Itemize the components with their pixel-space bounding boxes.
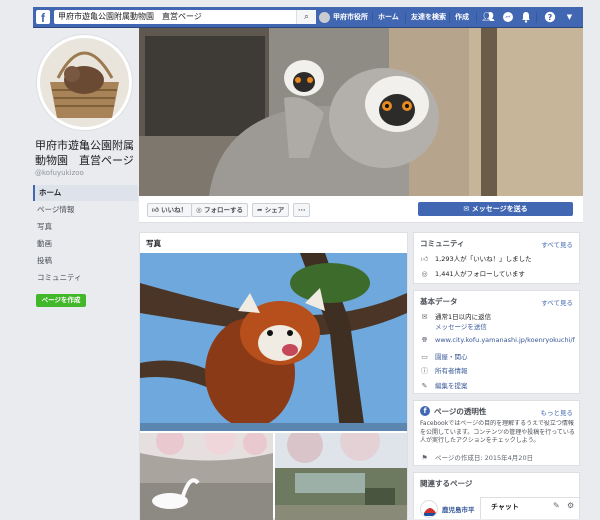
- left-nav-videos[interactable]: 動画: [33, 236, 138, 252]
- response-row: ✉ 通常1日以内に返信: [420, 311, 575, 321]
- share-label: シェア: [264, 206, 285, 214]
- facebook-logo-icon: f: [420, 406, 430, 416]
- send-message-button[interactable]: ✉ メッセージを送る: [418, 202, 573, 216]
- related-title: 関連するページ: [420, 479, 473, 488]
- created-date-row: ⚑ ページの作成日: 2015年4月20日: [420, 452, 575, 462]
- search-icon: ⌕: [303, 12, 310, 22]
- send-message-link[interactable]: メッセージを送信: [435, 321, 590, 331]
- community-title: コミュニティ: [420, 239, 465, 248]
- chat-label: チャット: [491, 503, 519, 511]
- compose-icon[interactable]: ✎: [553, 501, 560, 510]
- follow-label: フォローする: [203, 206, 243, 214]
- community-card: コミュニティ すべて見る 👍︎ 1,293人が「いいね！」しました ◎ 1,441人…: [413, 232, 580, 284]
- left-nav-posts[interactable]: 投稿: [33, 253, 138, 269]
- left-nav-community[interactable]: コミュニティ: [33, 270, 138, 286]
- messenger-icon[interactable]: [501, 11, 514, 24]
- messenger-icon: ✉: [421, 313, 428, 321]
- category-label: 園屋・関心: [435, 353, 468, 361]
- photos-section: 写真: [139, 232, 408, 520]
- send-message-label: メッセージを送る: [471, 205, 528, 213]
- about-title: 基本データ: [420, 297, 458, 306]
- left-nav-about[interactable]: ページ情報: [33, 202, 138, 218]
- more-button[interactable]: ···: [293, 203, 311, 217]
- messenger-icon: ✉: [463, 205, 472, 213]
- divider: [405, 12, 406, 23]
- related-page-name[interactable]: 鹿児島市平: [442, 504, 482, 514]
- transparency-title: ページの透明性: [434, 407, 487, 416]
- settings-icon[interactable]: ⚙︎: [567, 501, 574, 510]
- like-label: いいね！: [161, 206, 188, 214]
- nav-profile[interactable]: 甲府市役所: [319, 7, 368, 28]
- divider: [476, 12, 477, 23]
- owner-info-row[interactable]: ⓘ 所有者情報: [420, 365, 575, 376]
- top-navigation-bar: f 甲府市遊亀公園附属動物園 直営ページ ⌕ 甲府市役所 ホーム 友達を検索 作…: [33, 7, 583, 28]
- related-page-avatar[interactable]: [420, 500, 438, 518]
- info-icon: ⓘ: [421, 367, 428, 375]
- suggest-edit-row[interactable]: ✎ 編集を提案: [420, 380, 575, 390]
- notifications-icon[interactable]: [519, 11, 532, 24]
- tag-icon: ▭: [421, 353, 428, 361]
- thumbs-up-icon: 👍︎: [152, 206, 162, 214]
- thumbs-up-icon: 👍︎: [420, 255, 429, 263]
- nav-create[interactable]: 作成: [455, 7, 469, 28]
- page-action-bar: 👍︎ いいね！ ◎ フォローする ➦ シェア ··· ✉ メッセージを送る: [139, 196, 583, 223]
- page-title: 甲府市遊亀公園附属動物園 直営ページ: [35, 139, 134, 167]
- flag-icon: ⚑: [421, 454, 428, 462]
- left-column: 甲府市遊亀公園附属動物園 直営ページ @kofuyukizoo ホーム ページ情…: [33, 28, 138, 519]
- photo-swan[interactable]: [140, 433, 273, 520]
- nav-profile-name: 甲府市役所: [333, 13, 368, 21]
- cover-photo[interactable]: [139, 28, 583, 196]
- nav-home[interactable]: ホーム: [378, 7, 399, 28]
- suggest-edit-label: 編集を提案: [435, 382, 468, 390]
- photo-red-panda[interactable]: [140, 253, 407, 431]
- facebook-logo-icon[interactable]: f: [36, 10, 50, 25]
- divider: [449, 12, 450, 23]
- response-time: 通常1日以内に返信: [435, 313, 492, 321]
- search-value: 甲府市遊亀公園附属動物園 直営ページ: [58, 12, 202, 21]
- share-button[interactable]: ➦ シェア: [252, 203, 290, 217]
- create-page-button[interactable]: ページを作成: [36, 294, 86, 307]
- avatar: [319, 11, 330, 23]
- transparency-text: Facebookではページの目的を理解するうえで役立つ情報を公開しています。コン…: [420, 420, 575, 444]
- about-card: 基本データ すべて見る ✉ 通常1日以内に返信 メッセージを送信 🌐︎ www.ci…: [413, 290, 580, 394]
- photos-title: 写真: [146, 239, 161, 248]
- created-date: ページの作成日: 2015年4月20日: [435, 454, 534, 462]
- follows-count: 1,441人がフォローしています: [435, 270, 525, 278]
- profile-picture[interactable]: [37, 35, 132, 130]
- page-handle[interactable]: @kofuyukizoo: [35, 169, 84, 177]
- left-nav-photos[interactable]: 写真: [33, 219, 138, 235]
- left-nav-home[interactable]: ホーム: [33, 185, 138, 201]
- svg-text:?: ?: [547, 13, 552, 22]
- category-row[interactable]: ▭ 園屋・関心: [420, 351, 575, 361]
- account-menu-icon[interactable]: ▼: [563, 11, 576, 24]
- website-row[interactable]: 🌐︎ www.city.kofu.yamanashi.jp/koenryokuch…: [420, 336, 575, 345]
- rss-icon: ◎: [196, 206, 204, 214]
- nav-find-friends[interactable]: 友達を検索: [411, 7, 446, 28]
- globe-icon: 🌐︎: [421, 336, 428, 344]
- divider: [536, 12, 537, 23]
- search-button[interactable]: ⌕: [296, 10, 316, 24]
- pencil-icon: ✎: [421, 382, 428, 390]
- photo-blossoms[interactable]: [275, 433, 407, 520]
- chat-tab[interactable]: チャット ✎ ⚙︎: [480, 497, 580, 519]
- rss-icon: ◎: [421, 270, 428, 278]
- like-button[interactable]: 👍︎ いいね！: [147, 203, 193, 217]
- about-see-all-link[interactable]: すべて見る: [541, 297, 573, 307]
- follows-count-row: ◎ 1,441人がフォローしています: [420, 268, 575, 278]
- likes-count-row: 👍︎ 1,293人が「いいね！」しました: [420, 253, 575, 263]
- share-icon: ➦: [257, 206, 265, 214]
- transparency-card: ページの透明性 f もっと見る Facebookではページの目的を理解するうえで…: [413, 400, 580, 466]
- divider: [372, 12, 373, 23]
- help-icon[interactable]: ?: [543, 11, 556, 24]
- transparency-more-link[interactable]: もっと見る: [541, 407, 574, 417]
- search-input[interactable]: 甲府市遊亀公園附属動物園 直営ページ ⌕: [54, 10, 316, 24]
- likes-count: 1,293人が「いいね！」しました: [435, 255, 532, 263]
- follow-button[interactable]: ◎ フォローする: [191, 203, 248, 217]
- friend-requests-icon[interactable]: 👥︎: [482, 11, 495, 24]
- website-link: www.city.kofu.yamanashi.jp/koenryokuchi/…: [435, 336, 575, 344]
- owner-info-label: 所有者情報: [435, 367, 468, 375]
- community-see-all-link[interactable]: すべて見る: [541, 239, 573, 249]
